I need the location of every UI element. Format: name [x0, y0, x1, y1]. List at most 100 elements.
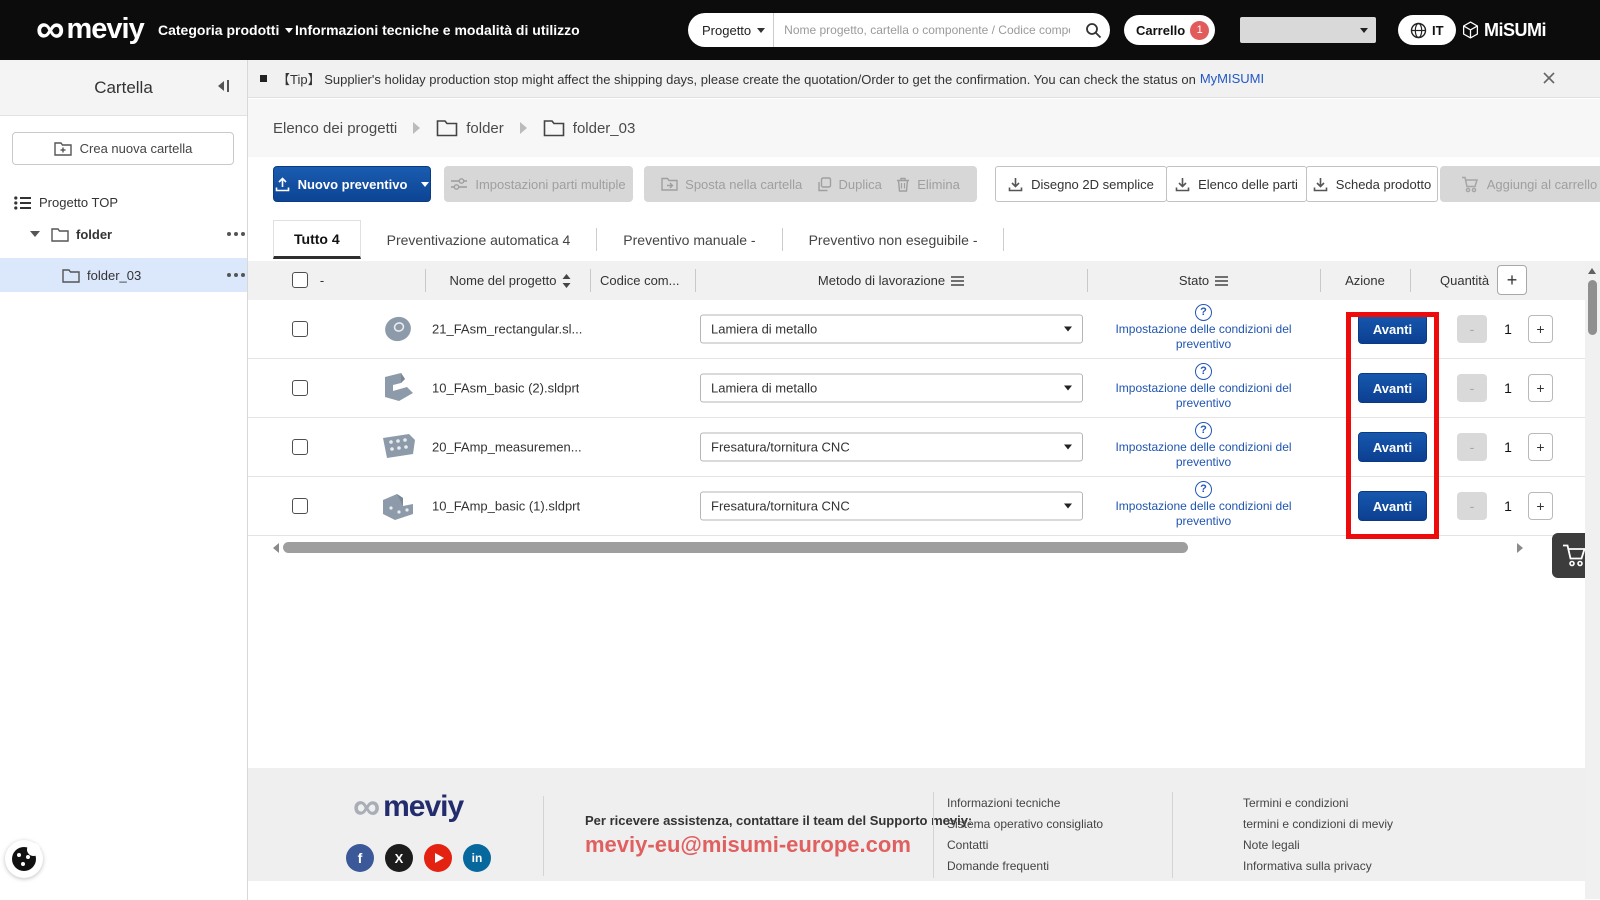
language-button[interactable]: IT — [1398, 15, 1456, 45]
new-quote-button[interactable]: Nuovo preventivo — [273, 166, 431, 202]
method-select[interactable]: Fresatura/tornitura CNC — [700, 492, 1083, 521]
row-checkbox[interactable] — [292, 321, 308, 337]
breadcrumb-folder[interactable]: folder — [436, 119, 504, 137]
method-select[interactable]: Fresatura/tornitura CNC — [700, 433, 1083, 462]
facebook-icon[interactable]: f — [346, 844, 374, 872]
header-project-name[interactable]: Nome del progetto — [428, 261, 593, 300]
product-sheet-button[interactable]: Scheda prodotto — [1306, 166, 1438, 202]
quantity-decrease-button[interactable]: - — [1457, 315, 1487, 343]
avanti-button[interactable]: Avanti — [1358, 373, 1427, 403]
footer-link[interactable]: Contatti — [947, 838, 1103, 852]
quantity-decrease-button[interactable]: - — [1457, 374, 1487, 402]
quantity-increase-button[interactable]: + — [1528, 374, 1553, 402]
select-all-checkbox[interactable] — [292, 272, 308, 288]
tab-manual-quote[interactable]: Preventivo manuale - — [597, 220, 781, 259]
sidebar-item-project-top[interactable]: Progetto TOP — [14, 195, 247, 210]
collapse-sidebar-icon[interactable] — [215, 79, 231, 93]
footer-link[interactable]: Informativa sulla privacy — [1243, 859, 1393, 873]
tab-not-executable[interactable]: Preventivo non eseguibile - — [783, 220, 1004, 259]
scroll-right-icon[interactable] — [1517, 543, 1523, 553]
misumi-logo[interactable]: MiSUMi — [1462, 0, 1546, 60]
project-name[interactable]: 10_FAmp_basic (1).sldprt — [432, 499, 580, 514]
add-to-cart-button[interactable]: Aggiungi al carrello — [1440, 166, 1600, 202]
help-icon[interactable]: ? — [1195, 481, 1212, 498]
chevron-down-icon — [421, 182, 429, 187]
move-to-folder-button[interactable]: Sposta nella cartella — [661, 177, 802, 192]
mymisumi-link[interactable]: MyMISUMI — [1200, 71, 1264, 86]
meviy-logo[interactable]: ∞ meviy — [36, 12, 144, 46]
vertical-scrollbar[interactable] — [1585, 262, 1600, 899]
cart-button[interactable]: Carrello 1 — [1124, 15, 1215, 45]
duplicate-button[interactable]: Duplica — [817, 177, 882, 192]
bullet-square-icon — [260, 75, 267, 82]
create-folder-button[interactable]: Crea nuova cartella — [12, 132, 234, 165]
method-select[interactable]: Lamiera di metallo — [700, 374, 1083, 403]
header-code[interactable]: Codice com... — [600, 261, 695, 300]
nav-technical-info[interactable]: Informazioni tecniche e modalità di util… — [295, 0, 580, 60]
header-method[interactable]: Metodo di lavorazione — [695, 261, 1087, 300]
search-scope-select[interactable]: Progetto — [688, 13, 774, 47]
youtube-icon[interactable] — [424, 844, 452, 872]
avanti-button[interactable]: Avanti — [1358, 491, 1427, 521]
method-select[interactable]: Lamiera di metallo — [700, 315, 1083, 344]
horizontal-scrollbar[interactable] — [273, 541, 1523, 554]
search-input[interactable] — [774, 23, 1076, 37]
folder-icon — [51, 227, 69, 242]
scroll-up-icon[interactable] — [1588, 268, 1596, 274]
table-row: 21_FAsm_rectangular.sl... Lamiera di met… — [248, 300, 1600, 359]
add-column-button[interactable]: + — [1497, 265, 1527, 295]
quantity-decrease-button[interactable]: - — [1457, 492, 1487, 520]
quantity-decrease-button[interactable]: - — [1457, 433, 1487, 461]
footer-link[interactable]: Termini e condizioni — [1243, 796, 1393, 810]
tab-automatic-quote[interactable]: Preventivazione automatica 4 — [361, 220, 597, 259]
footer-link[interactable]: Domande frequenti — [947, 859, 1103, 873]
parts-list-button[interactable]: Elenco delle parti — [1166, 166, 1307, 202]
close-icon[interactable] — [1542, 71, 1556, 85]
avanti-button[interactable]: Avanti — [1358, 432, 1427, 462]
project-name[interactable]: 21_FAsm_rectangular.sl... — [432, 322, 582, 337]
project-name[interactable]: 20_FAmp_measuremen... — [432, 440, 582, 455]
quantity-increase-button[interactable]: + — [1528, 492, 1553, 520]
x-twitter-icon[interactable]: X — [385, 844, 413, 872]
chevron-down-icon — [1360, 28, 1368, 33]
header-status[interactable]: Stato — [1087, 261, 1320, 300]
tip-banner: 【Tip】 Supplier's holiday production stop… — [248, 60, 1600, 98]
multi-part-settings-button[interactable]: Impostazioni parti multiple — [444, 166, 633, 202]
row-checkbox[interactable] — [292, 439, 308, 455]
search-icon[interactable] — [1076, 22, 1110, 39]
footer-link[interactable]: Note legali — [1243, 838, 1393, 852]
simple-2d-drawing-button[interactable]: Disegno 2D semplice — [995, 166, 1167, 202]
sidebar-item-folder-03[interactable]: folder_03 — [0, 258, 247, 292]
help-icon[interactable]: ? — [1195, 422, 1212, 439]
breadcrumb-folder-03[interactable]: folder_03 — [543, 119, 636, 137]
avanti-button[interactable]: Avanti — [1358, 314, 1427, 344]
row-checkbox[interactable] — [292, 498, 308, 514]
linkedin-icon[interactable]: in — [463, 844, 491, 872]
delete-button[interactable]: Elimina — [896, 177, 960, 192]
help-icon[interactable]: ? — [1195, 363, 1212, 380]
help-icon[interactable]: ? — [1195, 304, 1212, 321]
more-options-icon[interactable] — [227, 273, 231, 277]
breadcrumb-projects[interactable]: Elenco dei progetti — [273, 120, 397, 137]
tab-all[interactable]: Tutto 4 — [273, 220, 361, 259]
horizontal-scroll-thumb[interactable] — [283, 542, 1188, 553]
support-email-link[interactable]: meviy-eu@misumi-europe.com — [585, 832, 911, 858]
status-cell: ? Impostazione delle condizioni del prev… — [1087, 304, 1320, 352]
footer-link[interactable]: termini e condizioni di meviy — [1243, 817, 1393, 831]
project-name[interactable]: 10_FAsm_basic (2).sldprt — [432, 381, 579, 396]
caret-down-icon[interactable] — [30, 231, 40, 237]
footer-links-column-1: Informazioni tecniche Sistema operativo … — [947, 796, 1103, 873]
footer-link[interactable]: Sistema operativo consigliato — [947, 817, 1103, 831]
more-options-icon[interactable] — [227, 232, 231, 236]
footer-meviy-logo[interactable]: ∞ meviy — [353, 790, 463, 824]
scroll-left-icon[interactable] — [273, 543, 279, 553]
row-checkbox[interactable] — [292, 380, 308, 396]
sidebar-item-folder[interactable]: folder — [0, 218, 247, 250]
cookie-settings-button[interactable] — [5, 840, 43, 878]
profile-select[interactable] — [1240, 17, 1376, 43]
footer-link[interactable]: Informazioni tecniche — [947, 796, 1103, 810]
nav-category-menu[interactable]: Categoria prodotti — [158, 0, 293, 60]
vertical-scroll-thumb[interactable] — [1588, 280, 1597, 335]
quantity-increase-button[interactable]: + — [1528, 433, 1553, 461]
quantity-increase-button[interactable]: + — [1528, 315, 1553, 343]
